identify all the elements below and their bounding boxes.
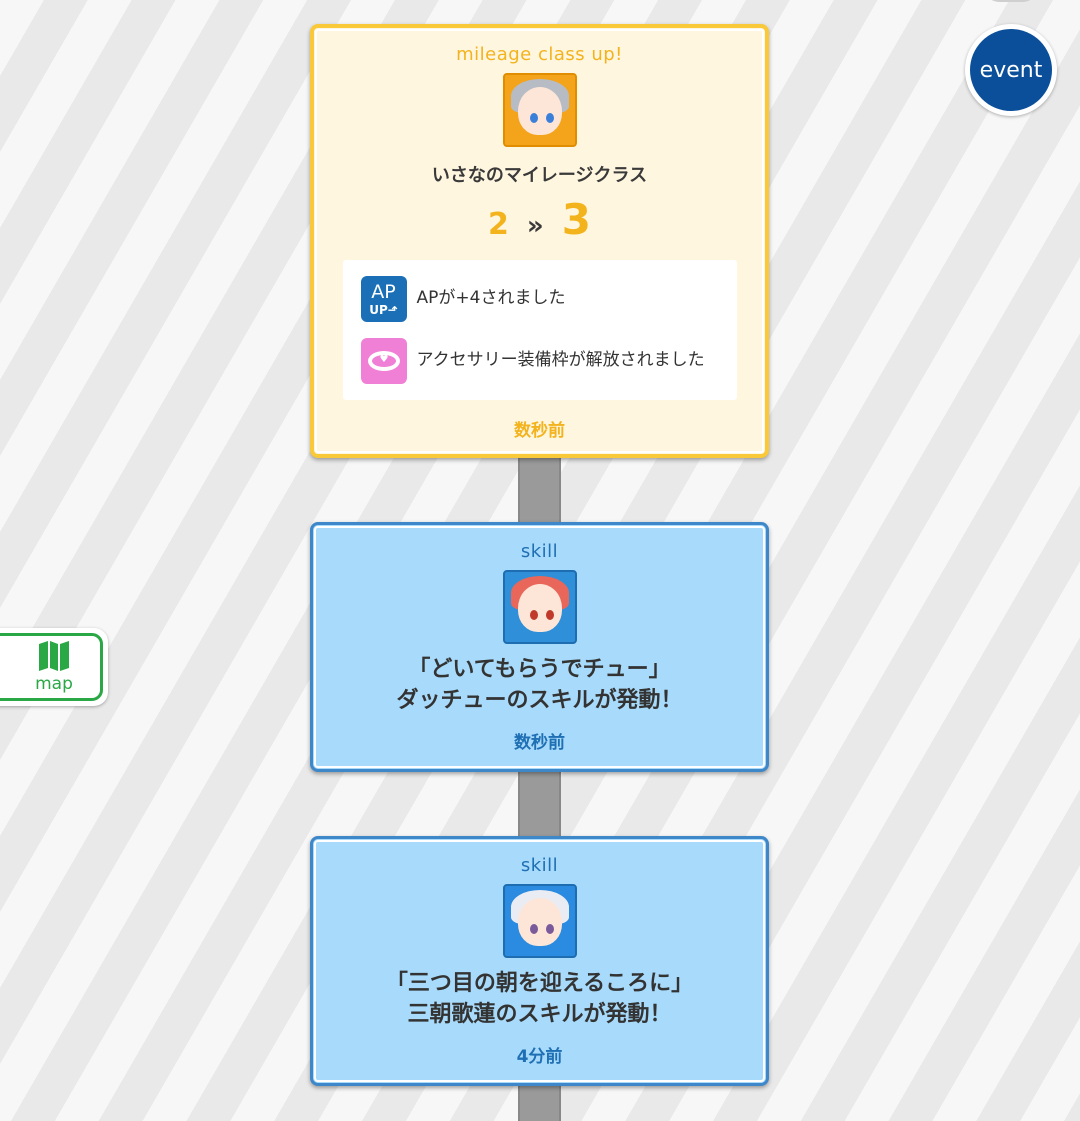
timeline-connector bbox=[518, 456, 561, 524]
reward-text: APが+4されました bbox=[416, 288, 566, 309]
skill-card: skill 「三つ目の朝を迎えるころに」 三朝歌蓮のスキルが発動！ 4分前 bbox=[310, 836, 769, 1086]
reward-text: アクセサリー装備枠が解放されました bbox=[416, 350, 705, 371]
class-from: 2 bbox=[488, 207, 509, 242]
skill-activation-text: 三朝歌蓮のスキルが発動！ bbox=[407, 1002, 672, 1027]
mileage-title: いさなのマイレージクラス bbox=[431, 165, 648, 186]
reward-item: AP UP⬏ APが+4されました bbox=[360, 274, 719, 324]
class-to: 3 bbox=[561, 195, 591, 244]
skill-card: skill 「どいてもらうでチュー」 ダッチューのスキルが発動！ 数秒前 bbox=[310, 522, 769, 772]
class-change: 2 » 3 bbox=[314, 195, 765, 244]
character-avatar bbox=[502, 884, 577, 958]
accessory-ring-icon bbox=[360, 338, 407, 384]
top-circle-button-fragment[interactable] bbox=[985, 0, 1037, 2]
skill-activation-text: ダッチューのスキルが発動！ bbox=[396, 688, 683, 713]
event-button[interactable]: event bbox=[965, 24, 1057, 116]
map-icon bbox=[39, 641, 69, 671]
card-timestamp: 4分前 bbox=[516, 1047, 563, 1067]
skill-quote: 「三つ目の朝を迎えるころに」 bbox=[385, 971, 694, 996]
skill-quote: 「どいてもらうでチュー」 bbox=[408, 657, 671, 682]
timeline-connector bbox=[518, 770, 561, 838]
skill-message: 「三つ目の朝を迎えるころに」 三朝歌蓮のスキルが発動！ bbox=[313, 968, 766, 1030]
reward-list: AP UP⬏ APが+4されました アクセサリー装備枠が解放されました bbox=[342, 260, 737, 400]
card-timestamp: 数秒前 bbox=[514, 733, 565, 753]
class-arrow-icon: » bbox=[526, 211, 544, 241]
map-label: map bbox=[35, 674, 73, 694]
card-type-label: mileage class up! bbox=[456, 44, 623, 65]
card-timestamp: 数秒前 bbox=[514, 421, 565, 441]
reward-item: アクセサリー装備枠が解放されました bbox=[360, 336, 719, 386]
event-label: event bbox=[970, 29, 1052, 111]
mileage-class-up-card: mileage class up! いさなのマイレージクラス 2 » 3 AP … bbox=[310, 24, 769, 458]
ap-up-icon: AP UP⬏ bbox=[360, 276, 407, 322]
card-type-label: skill bbox=[520, 855, 559, 876]
character-avatar bbox=[502, 570, 577, 644]
timeline-connector bbox=[518, 1084, 561, 1121]
character-avatar bbox=[502, 73, 577, 147]
skill-message: 「どいてもらうでチュー」 ダッチューのスキルが発動！ bbox=[313, 654, 766, 716]
card-type-label: skill bbox=[520, 541, 559, 562]
map-button[interactable]: map bbox=[0, 628, 108, 706]
